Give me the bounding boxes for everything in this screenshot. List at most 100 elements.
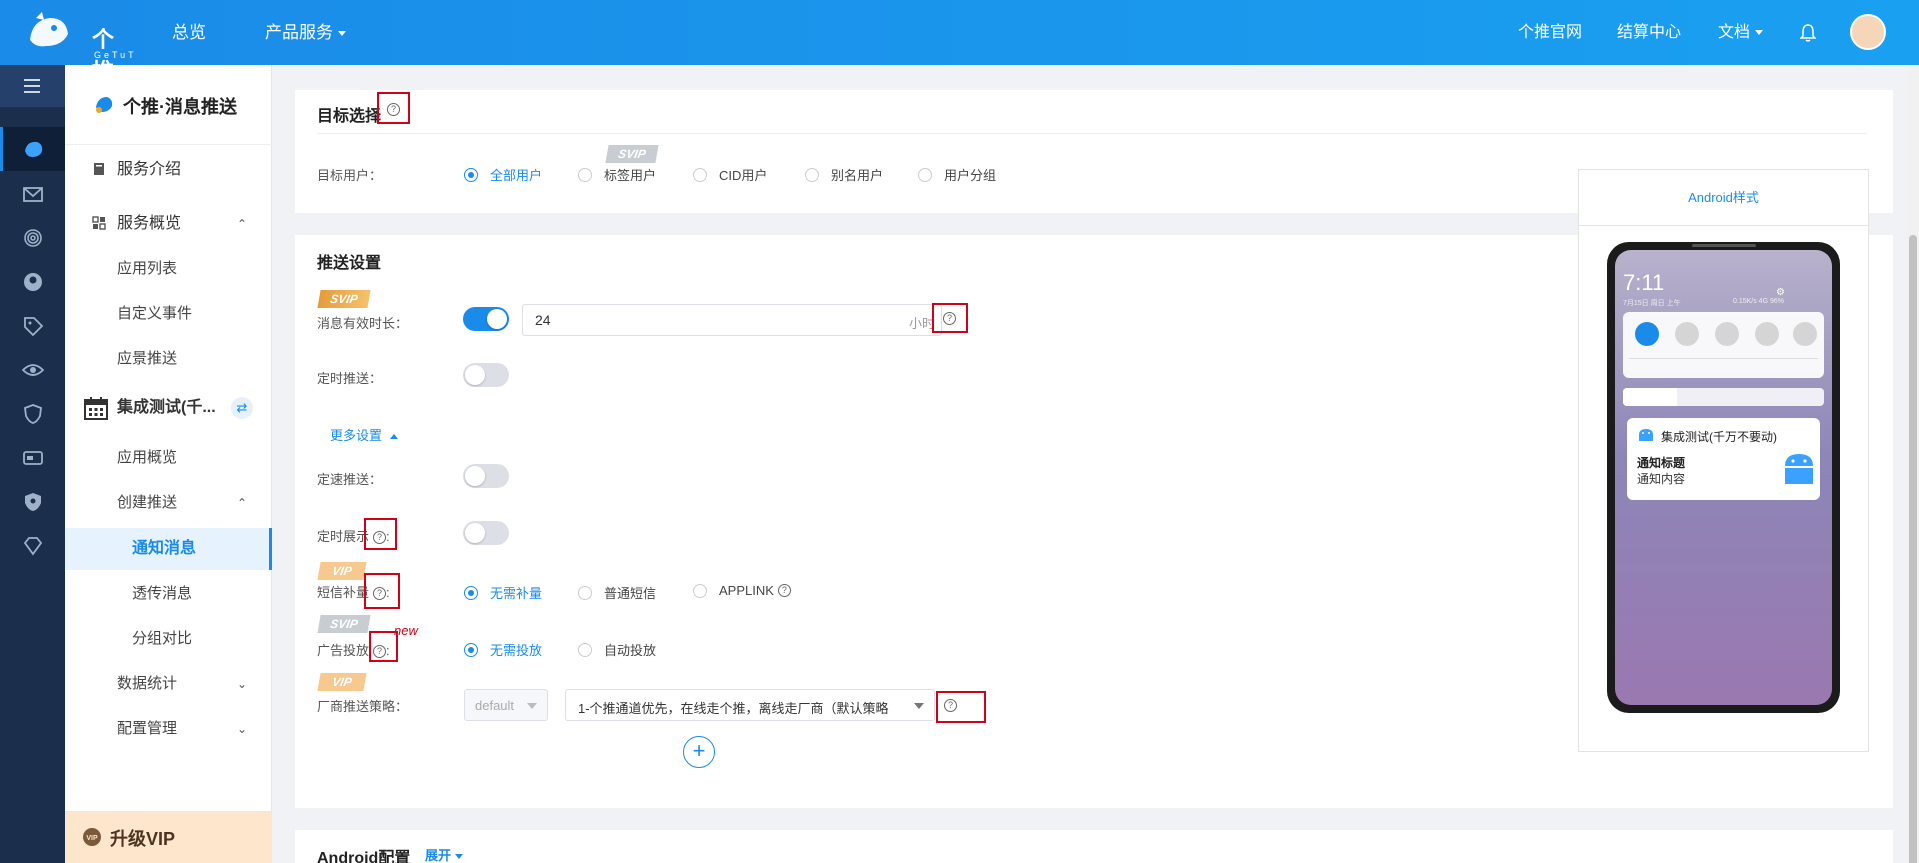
product-title: 个推·消息推送 [123, 97, 237, 117]
chevron-down-icon [527, 703, 537, 709]
validity-toggle[interactable] [463, 307, 509, 331]
sidebar-item-service-intro[interactable]: 服务介绍 [65, 150, 272, 190]
radio-tag-users[interactable]: 标签用户 [578, 165, 656, 184]
bell-icon[interactable] [1799, 24, 1817, 47]
chevron-up-icon [389, 434, 398, 440]
radio-sms-none[interactable]: 无需补量 [464, 583, 542, 602]
data-toggle-icon [1635, 322, 1659, 346]
notification-content: 通知内容 [1637, 472, 1686, 486]
tab-android-style[interactable]: Android样式 [1579, 170, 1868, 226]
radio-sms-normal[interactable]: 普通短信 [578, 583, 656, 602]
product-logo-icon [96, 97, 113, 113]
chevron-up-icon: ⌃ [237, 496, 248, 510]
notification-card: 集成测试(千万不要动) 通知标题 通知内容 [1627, 418, 1820, 500]
preview-panel: Android样式 7:11 7月15日 周日 上午 0.15K/s 4G 96… [1578, 169, 1869, 752]
svip-badge: SVIP [605, 145, 659, 163]
expand-link[interactable]: 展开 [425, 845, 464, 863]
more-settings-link[interactable]: 更多设置 [330, 425, 398, 444]
validity-input[interactable]: 24 小时 [522, 304, 942, 336]
radio-sms-applink[interactable]: APPLINK? [693, 583, 791, 598]
getui-logo[interactable]: 个推 GeTuT [22, 10, 134, 84]
sidebar-item-data-stats[interactable]: 数据统计 ⌄ [65, 664, 272, 704]
vip-crown-icon: VIP [83, 828, 101, 846]
svg-text:VIP: VIP [86, 835, 98, 842]
nav-products-label: 产品服务 [265, 23, 333, 42]
help-icon[interactable]: ? [777, 584, 791, 597]
radio-cid-users[interactable]: CID用户 [693, 165, 767, 184]
add-strategy-button[interactable]: + [683, 736, 715, 768]
rail-security-icon[interactable] [0, 480, 65, 524]
logo-subtext: GeTuT [94, 50, 137, 60]
vip-badge: VIP [317, 673, 367, 691]
page-scrollbar[interactable] [1907, 65, 1919, 863]
sidebar-item-app-list[interactable]: 应用列表 [65, 249, 272, 289]
push-section-title: 推送设置 [317, 255, 382, 272]
divider [317, 133, 1867, 134]
timed-display-toggle[interactable] [463, 521, 509, 545]
radio-ad-none[interactable]: 无需投放 [464, 640, 542, 659]
wifi-icon [1755, 322, 1779, 346]
brightness-slider [1623, 388, 1824, 406]
nav-billing-center[interactable]: 结算中心 [1617, 0, 1681, 65]
preview-status: 0.15K/s 4G 96% [1733, 298, 1784, 305]
vendor-strategy-select[interactable]: 1-个推通道优先，在线走个推，离线走厂商（默认策略 [565, 689, 935, 721]
gear-icon: ⚙ [1776, 287, 1785, 298]
flashlight-icon [1793, 322, 1817, 346]
scheduled-push-toggle[interactable] [463, 363, 509, 387]
sidebar-item-transparent-msg[interactable]: 透传消息 [65, 574, 272, 614]
rail-mail-icon[interactable] [0, 172, 65, 216]
phone-screen: 7:11 7月15日 周日 上午 0.15K/s 4G 96% ⚙ 集成测试(千… [1615, 250, 1832, 705]
sidebar-item-notification[interactable]: 通知消息 [65, 528, 272, 570]
rail-fingerprint-icon[interactable] [0, 216, 65, 260]
rail-diamond-icon[interactable] [0, 524, 65, 568]
rate-push-toggle[interactable] [463, 464, 509, 488]
help-icon[interactable]: ? [387, 103, 400, 116]
sidebar-item-config[interactable]: 配置管理 ⌄ [65, 709, 272, 749]
highlight-box [364, 518, 397, 550]
chevron-down-icon: ⌄ [237, 722, 248, 736]
help-icon[interactable]: ? [944, 699, 957, 712]
preview-date: 7月15日 周日 上午 [1623, 300, 1681, 307]
rail-tag-icon[interactable] [0, 304, 65, 348]
nav-official-site[interactable]: 个推官网 [1518, 0, 1582, 65]
radio-alias-users[interactable]: 别名用户 [805, 165, 883, 184]
radio-user-group[interactable]: 用户分组 [918, 165, 996, 184]
calendar-icon [84, 397, 108, 420]
sidebar-item-service-overview[interactable]: 服务概览 ⌃ [65, 204, 272, 244]
vendor-select: default [464, 689, 548, 721]
phone-speaker [1692, 244, 1756, 247]
chevron-down-icon [1755, 30, 1764, 36]
rail-shield-icon[interactable] [0, 392, 65, 436]
sidebar-item-app-overview[interactable]: 应用概览 [65, 438, 272, 478]
scrollbar-thumb[interactable] [1909, 235, 1917, 863]
nav-docs[interactable]: 文档 [1718, 0, 1764, 65]
vendor-strategy-label: 厂商推送策略： [317, 699, 409, 714]
nav-docs-label: 文档 [1718, 24, 1751, 41]
radio-ad-auto[interactable]: 自动投放 [578, 640, 656, 659]
rail-user-icon[interactable] [0, 260, 65, 304]
rail-eye-icon[interactable] [0, 348, 65, 392]
rail-push-icon[interactable] [0, 127, 65, 171]
menu-toggle[interactable] [0, 65, 65, 107]
rate-push-label: 定速推送： [317, 472, 383, 487]
rail-card-icon[interactable] [0, 436, 65, 480]
nav-products[interactable]: 产品服务 [265, 0, 346, 65]
sidebar-item-create-push[interactable]: 创建推送 ⌃ [65, 483, 272, 523]
chevron-down-icon [914, 703, 924, 709]
sidebar-item-group-compare[interactable]: 分组对比 [65, 619, 272, 659]
android-large-icon [1785, 454, 1813, 484]
chevron-up-icon: ⌃ [237, 217, 248, 231]
target-section-title: 目标选择 [317, 108, 382, 125]
chevron-down-icon: ⌄ [237, 677, 248, 691]
swap-icon[interactable]: ⇄ [231, 397, 253, 419]
battery-icon [1675, 322, 1699, 346]
upgrade-vip-button[interactable]: VIP 升级VIP [65, 811, 272, 863]
radio-all-users[interactable]: 全部用户 [464, 165, 542, 184]
sidebar-item-app-selector[interactable]: 集成测试(千... ⇄ [65, 388, 272, 428]
sidebar-item-custom-events[interactable]: 自定义事件 [65, 294, 272, 334]
help-icon[interactable]: ? [943, 312, 956, 325]
user-avatar[interactable] [1850, 14, 1886, 50]
sidebar-item-scene-push[interactable]: 应景推送 [65, 339, 272, 379]
sidebar-menu: 个推·消息推送 服务介绍 服务概览 ⌃ 应用列表 自定义事件 应景推送 集成测试… [65, 65, 272, 863]
nav-overview[interactable]: 总览 [172, 0, 206, 65]
